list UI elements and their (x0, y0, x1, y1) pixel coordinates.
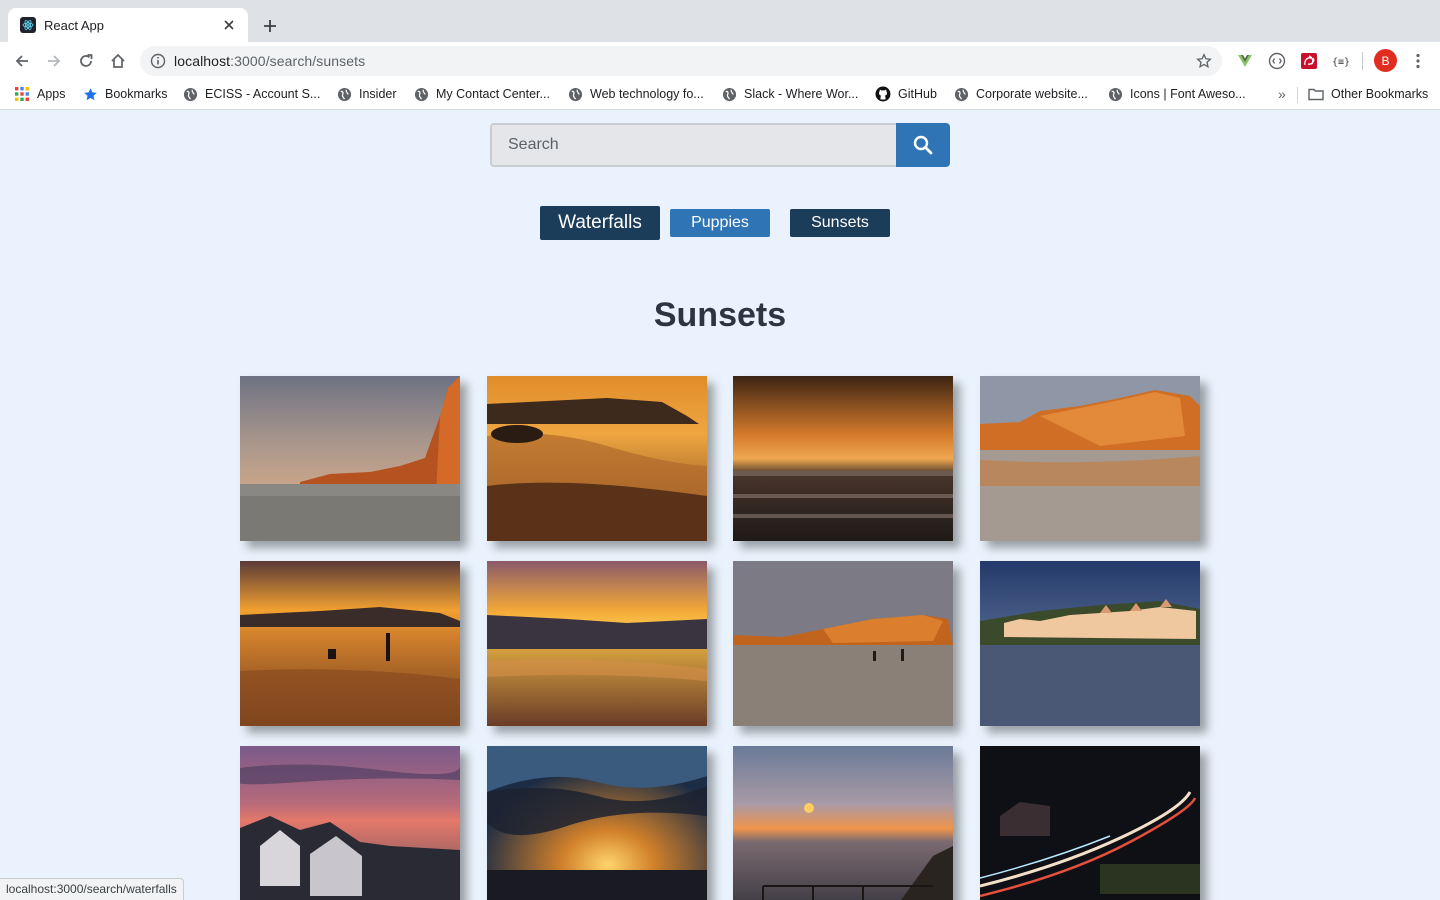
browser-tabstrip: React App (0, 0, 1440, 42)
devtools-extension-icon[interactable] (1266, 50, 1288, 72)
sunset-photo-sunburst-clouds[interactable] (487, 746, 707, 900)
search-icon (913, 135, 933, 155)
github-icon (875, 86, 891, 102)
tab-title: React App (44, 17, 104, 33)
link-status-bar: localhost:3000/search/waterfalls (0, 878, 184, 900)
bookmark-font-awesome[interactable]: Icons | Font Aweso... (1107, 85, 1246, 103)
folder-icon (1308, 86, 1324, 102)
globe-icon (336, 86, 352, 102)
close-tab-icon[interactable] (220, 16, 238, 34)
bookmark-corporate-website[interactable]: Corporate website... (953, 85, 1088, 103)
profile-avatar[interactable]: B (1374, 49, 1397, 72)
waterfalls-button[interactable]: Waterfalls (540, 206, 660, 240)
reload-icon[interactable] (73, 48, 99, 74)
forward-arrow-icon[interactable] (41, 48, 67, 74)
bookmark-label: Corporate website... (976, 87, 1088, 101)
sunset-photo-golden-cliffs[interactable] (980, 376, 1200, 541)
globe-icon (953, 86, 969, 102)
home-icon[interactable] (105, 48, 131, 74)
svg-text:{≡}: {≡} (1332, 57, 1350, 68)
sunset-photo-stormy-sea[interactable] (733, 376, 953, 541)
search-input[interactable] (490, 123, 896, 167)
bookmark-github[interactable]: GitHub (875, 85, 937, 103)
sunset-photo-fisherman[interactable] (240, 561, 460, 726)
bookmark-slack[interactable]: Slack - Where Wor... (721, 85, 858, 103)
bookmark-eciss[interactable]: ECISS - Account S... (182, 85, 320, 103)
search-form (490, 123, 950, 167)
bookmark-label: GitHub (898, 87, 937, 101)
sunsets-button[interactable]: Sunsets (790, 209, 890, 237)
bookmark-label: Web technology fo... (590, 87, 704, 101)
globe-icon (721, 86, 737, 102)
bookmark-label: Icons | Font Aweso... (1130, 87, 1246, 101)
sunset-photo-night-road[interactable] (980, 746, 1200, 900)
bookmark-label: ECISS - Account S... (205, 87, 321, 101)
toolbar-divider (1362, 52, 1363, 70)
sunset-photo-coastal-path[interactable] (733, 746, 953, 900)
globe-icon (1107, 86, 1123, 102)
new-tab-icon[interactable] (258, 14, 282, 38)
bookmark-web-technology[interactable]: Web technology fo... (567, 85, 704, 103)
browser-toolbar: localhost:3000/search/sunsets {≡} B (0, 42, 1440, 79)
bookmark-label: Other Bookmarks (1331, 87, 1429, 101)
back-arrow-icon[interactable] (9, 48, 35, 74)
vue-extension-icon[interactable] (1234, 50, 1256, 72)
react-logo-icon (20, 17, 36, 33)
globe-icon (567, 86, 583, 102)
bookmark-label: Insider (359, 87, 397, 101)
bookmark-insider[interactable]: Insider (336, 85, 397, 103)
bookmark-star-icon[interactable] (1196, 53, 1212, 69)
json-extension-icon[interactable]: {≡} (1330, 50, 1352, 72)
bookmark-label: My Contact Center... (436, 87, 550, 101)
sunset-photo-cliff-beach[interactable] (240, 376, 460, 541)
redux-extension-icon[interactable] (1298, 50, 1320, 72)
bookmark-label: Bookmarks (105, 87, 168, 101)
address-bar[interactable]: localhost:3000/search/sunsets (140, 46, 1222, 76)
url-text: localhost:3000/search/sunsets (174, 53, 366, 69)
bookmarks-divider (1297, 87, 1298, 103)
sunset-photo-purple-village[interactable] (240, 746, 460, 900)
globe-icon (413, 86, 429, 102)
bookmark-label: Apps (37, 87, 66, 101)
puppies-button[interactable]: Puppies (670, 209, 770, 237)
info-icon[interactable] (150, 53, 166, 69)
page-title: Sunsets (653, 296, 787, 334)
bookmark-contact-center[interactable]: My Contact Center... (413, 85, 550, 103)
search-button[interactable] (896, 123, 950, 167)
bookmark-label: Slack - Where Wor... (744, 87, 859, 101)
other-bookmarks[interactable]: Other Bookmarks (1308, 85, 1428, 103)
sunset-photo-headland-shore[interactable] (487, 376, 707, 541)
browser-tab-active[interactable]: React App (8, 8, 248, 42)
bookmark-bookmarks[interactable]: Bookmarks (82, 85, 168, 103)
sunset-photo-seafront-houses[interactable] (980, 561, 1200, 726)
bookmark-apps[interactable]: Apps (14, 85, 66, 103)
bookmarks-overflow-button[interactable]: » (1278, 85, 1286, 103)
globe-icon (182, 86, 198, 102)
sunset-photo-horizon-beach[interactable] (487, 561, 707, 726)
more-menu-icon[interactable] (1405, 48, 1431, 74)
star-icon (82, 86, 98, 102)
bookmarks-bar: Apps Bookmarks ECISS - Account S... Insi… (0, 79, 1440, 110)
apps-grid-icon (14, 86, 30, 102)
sunset-photo-beach-walkers[interactable] (733, 561, 953, 726)
